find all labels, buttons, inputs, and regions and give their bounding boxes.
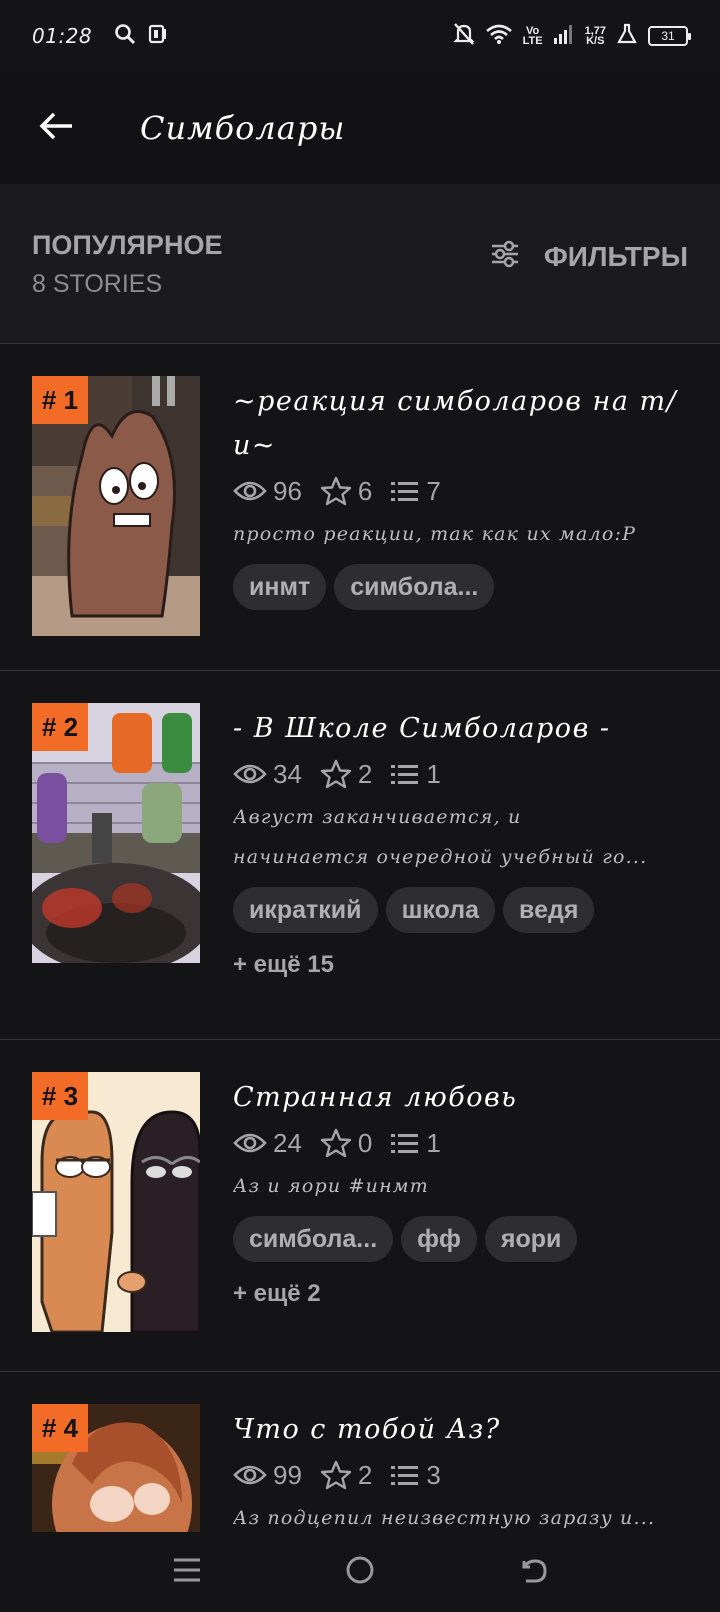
star-icon (320, 476, 352, 506)
story-card-3[interactable]: # 3 Странная любовь 24 0 1 Аз и яори #ин… (0, 1040, 720, 1372)
tag-chip[interactable]: школа (385, 887, 496, 933)
views-stat: 34 (233, 759, 302, 790)
tag-chip[interactable]: фф (401, 1216, 477, 1262)
filters-button[interactable]: ФИЛЬТРЫ (490, 240, 688, 273)
menu-icon[interactable] (172, 1556, 202, 1589)
views-stat: 24 (233, 1128, 302, 1159)
tag-chip[interactable]: симбола... (334, 564, 495, 610)
parts-stat: 3 (390, 1459, 441, 1491)
tag-list: инмт симбола... (233, 564, 690, 610)
parts-stat: 1 (390, 1127, 441, 1159)
votes-count: 2 (357, 758, 373, 789)
rank-badge: # 3 (32, 1072, 88, 1120)
status-bar: 01:28 Vo LTE 1,77 K/S 31 (0, 0, 720, 72)
app-notification-icon (148, 23, 168, 50)
sort-title[interactable]: ПОПУЛЯРНОЕ (32, 230, 222, 261)
tag-list: икраткий школа ведя (233, 887, 690, 933)
flask-icon (616, 23, 638, 50)
views-count: 96 (273, 475, 302, 506)
story-stats: 96 6 7 (233, 468, 690, 514)
votes-stat: 0 (320, 1128, 372, 1159)
tag-chip[interactable]: симбола... (233, 1216, 394, 1262)
speed-unit: K/S (586, 35, 605, 47)
views-stat: 99 (233, 1460, 302, 1491)
parts-stat: 1 (390, 758, 441, 790)
mute-icon (452, 22, 475, 51)
tag-chip[interactable]: икраткий (233, 887, 378, 933)
story-description-line-1: Август заканчивается, и (233, 806, 522, 828)
star-icon (320, 1128, 352, 1158)
rank-badge: # 1 (32, 376, 88, 424)
tag-list: симбола... фф яори (233, 1216, 690, 1262)
story-description: просто реакции, так как их мало:Р (233, 523, 637, 545)
search-icon (114, 23, 136, 50)
story-card-2[interactable]: # 2 - В Школе Симболаров - 34 2 1 Август… (0, 671, 720, 1040)
network-speed: 1,77 K/S (585, 26, 606, 47)
filters-label: ФИЛЬТРЫ (543, 240, 688, 272)
filter-sliders-icon (490, 240, 520, 273)
rank-badge: # 4 (32, 1404, 88, 1452)
votes-stat: 6 (320, 476, 372, 507)
story-stats: 99 2 3 (233, 1452, 690, 1498)
parts-count: 3 (426, 1459, 441, 1490)
rank-badge: # 2 (32, 703, 88, 751)
story-title[interactable]: - В Школе Симболаров - (233, 707, 690, 751)
story-stats: 34 2 1 (233, 751, 690, 797)
votes-count: 0 (357, 1127, 373, 1158)
story-title[interactable]: Что с тобой Аз? (233, 1408, 690, 1452)
volte-indicator: Vo LTE (522, 26, 543, 47)
parts-count: 1 (426, 758, 441, 789)
eye-icon (233, 764, 267, 784)
story-title[interactable]: ~реакция симболаров на т/и~ (233, 380, 690, 468)
eye-icon (233, 481, 267, 501)
back-arrow-icon (38, 111, 74, 146)
more-tags-link[interactable]: + ещё 2 (233, 1274, 690, 1314)
sort-bar: ПОПУЛЯРНОЕ 8 STORIES ФИЛЬТРЫ (0, 184, 720, 344)
back-button[interactable] (26, 98, 86, 158)
story-count: 8 STORIES (32, 270, 163, 298)
eye-icon (233, 1465, 267, 1485)
story-list: # 1 ~реакция симболаров на т/и~ 96 6 7 п… (0, 344, 720, 1612)
tag-chip[interactable]: инмт (233, 564, 327, 610)
eye-icon (233, 1133, 267, 1153)
votes-count: 2 (357, 1459, 373, 1490)
more-tags-link[interactable]: + ещё 15 (233, 945, 690, 985)
star-icon (320, 1460, 352, 1490)
story-cover-1[interactable]: # 1 (32, 376, 200, 636)
list-icon (391, 1466, 419, 1485)
story-cover-3[interactable]: # 3 (32, 1072, 200, 1332)
wifi-icon (485, 23, 513, 50)
story-title[interactable]: Странная любовь (233, 1076, 690, 1120)
parts-count: 7 (426, 475, 441, 506)
tag-chip[interactable]: ведя (503, 887, 595, 933)
status-time: 01:28 (32, 24, 93, 48)
signal-icon (553, 23, 575, 50)
app-header: Симболары (0, 72, 720, 184)
list-icon (391, 765, 419, 784)
views-count: 24 (273, 1127, 302, 1158)
views-stat: 96 (233, 476, 302, 507)
volte-bottom: LTE (522, 35, 543, 47)
votes-stat: 2 (320, 759, 372, 790)
story-stats: 24 0 1 (233, 1120, 690, 1166)
return-icon[interactable] (518, 1555, 548, 1590)
tag-chip[interactable]: яори (484, 1216, 578, 1262)
views-count: 34 (273, 758, 302, 789)
votes-stat: 2 (320, 1460, 372, 1491)
story-description-line-2: начинается очередной учебный го... (233, 846, 648, 868)
votes-count: 6 (357, 475, 373, 506)
system-nav-bar (0, 1532, 720, 1612)
battery-indicator: 31 (648, 26, 691, 46)
page-title: Симболары (140, 109, 346, 147)
home-circle-icon[interactable] (345, 1555, 375, 1590)
star-icon (320, 759, 352, 789)
story-cover-2[interactable]: # 2 (32, 703, 200, 963)
views-count: 99 (273, 1459, 302, 1490)
story-card-1[interactable]: # 1 ~реакция симболаров на т/и~ 96 6 7 п… (0, 344, 720, 671)
list-icon (391, 482, 419, 501)
story-description: Аз и яори #инмт (233, 1175, 429, 1197)
parts-count: 1 (426, 1127, 441, 1158)
parts-stat: 7 (390, 475, 441, 507)
list-icon (391, 1134, 419, 1153)
